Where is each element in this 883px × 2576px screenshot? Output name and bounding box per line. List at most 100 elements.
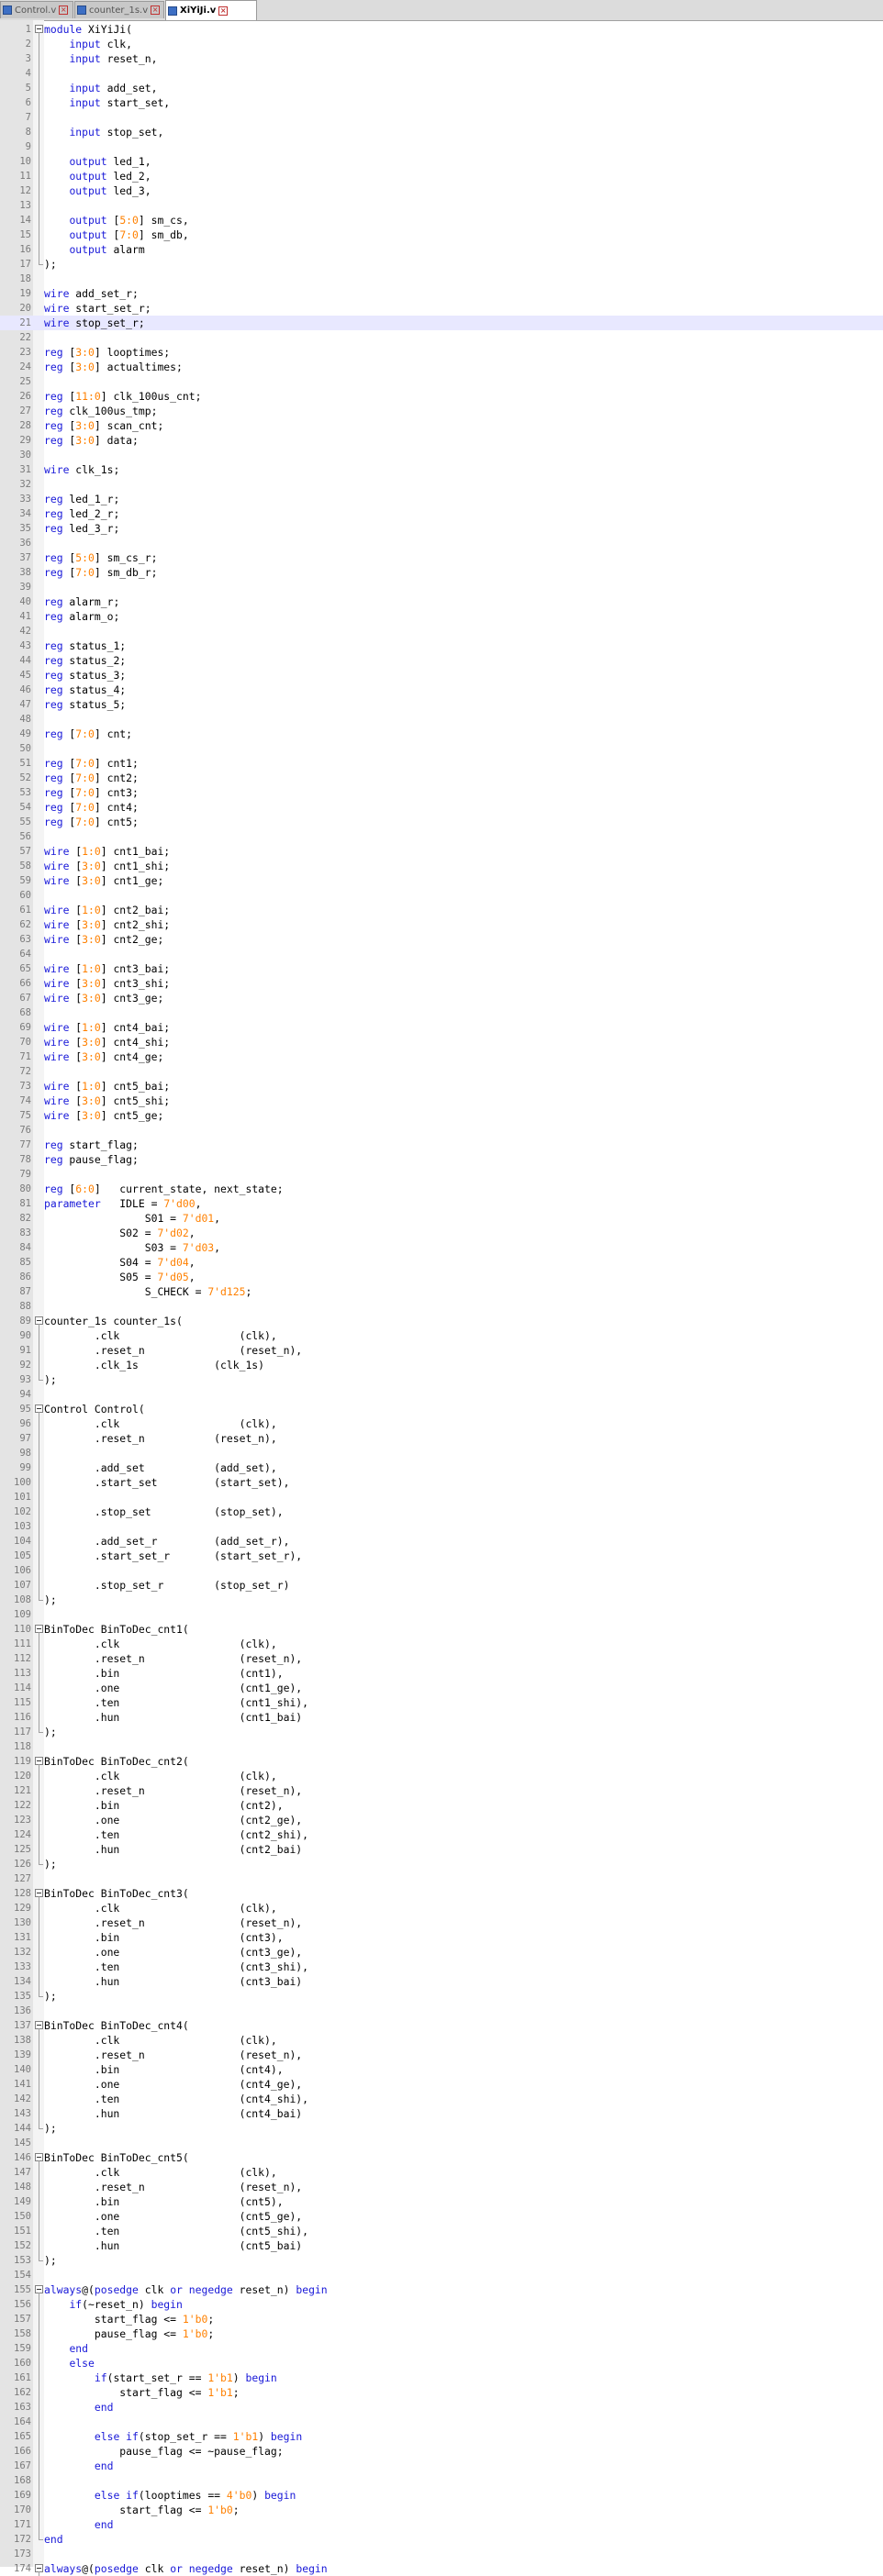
- code-line[interactable]: 86 S05 = 7'd05,: [0, 1270, 883, 1284]
- code-line[interactable]: 160 else: [0, 2356, 883, 2371]
- code-line[interactable]: 18: [0, 272, 883, 286]
- code-line[interactable]: 170 start_flag <= 1'b0;: [0, 2503, 883, 2517]
- code-line[interactable]: 137 BinToDec BinToDec_cnt4(: [0, 2018, 883, 2033]
- code-line[interactable]: 166 pause_flag <= ~pause_flag;: [0, 2444, 883, 2459]
- code-line[interactable]: 88: [0, 1299, 883, 1314]
- code-line[interactable]: 23 reg [3:0] looptimes;: [0, 345, 883, 360]
- code-line[interactable]: 19 wire add_set_r;: [0, 286, 883, 301]
- code-line[interactable]: 148 .reset_n (reset_n),: [0, 2180, 883, 2194]
- code-line[interactable]: 93);: [0, 1372, 883, 1387]
- code-line[interactable]: 107 .stop_set_r (stop_set_r): [0, 1578, 883, 1593]
- code-line[interactable]: 27 reg clk_100us_tmp;: [0, 404, 883, 418]
- code-line[interactable]: 145: [0, 2136, 883, 2150]
- code-line[interactable]: 146 BinToDec BinToDec_cnt5(: [0, 2150, 883, 2165]
- code-line[interactable]: 77 reg start_flag;: [0, 1138, 883, 1152]
- code-line[interactable]: 128 BinToDec BinToDec_cnt3(: [0, 1886, 883, 1901]
- code-line[interactable]: 61 wire [1:0] cnt2_bai;: [0, 903, 883, 917]
- code-line[interactable]: 60: [0, 888, 883, 903]
- code-line[interactable]: 75 wire [3:0] cnt5_ge;: [0, 1108, 883, 1123]
- code-line[interactable]: 103: [0, 1519, 883, 1534]
- code-line[interactable]: 113 .bin (cnt1),: [0, 1666, 883, 1681]
- code-line[interactable]: 95 Control Control(: [0, 1402, 883, 1416]
- code-line[interactable]: 76: [0, 1123, 883, 1138]
- code-line[interactable]: 138 .clk (clk),: [0, 2033, 883, 2048]
- code-line[interactable]: 33 reg led_1_r;: [0, 492, 883, 506]
- code-line[interactable]: 66 wire [3:0] cnt3_shi;: [0, 976, 883, 991]
- code-line[interactable]: 28 reg [3:0] scan_cnt;: [0, 418, 883, 433]
- code-editor[interactable]: 1 module XiYiJi(2 input clk, 3 input reset…: [0, 20, 883, 2576]
- fold-toggle-icon[interactable]: [34, 1402, 43, 1416]
- code-line[interactable]: 46 reg status_4;: [0, 683, 883, 697]
- fold-toggle-icon[interactable]: [34, 1622, 43, 1637]
- code-line[interactable]: 63 wire [3:0] cnt2_ge;: [0, 932, 883, 947]
- code-line[interactable]: 9: [0, 139, 883, 154]
- code-line[interactable]: 111 .clk (clk),: [0, 1637, 883, 1651]
- code-line[interactable]: 129 .clk (clk),: [0, 1901, 883, 1915]
- code-line[interactable]: 94: [0, 1387, 883, 1402]
- fold-toggle-icon[interactable]: [34, 2018, 43, 2033]
- code-line[interactable]: 13: [0, 198, 883, 213]
- code-line[interactable]: 71 wire [3:0] cnt4_ge;: [0, 1049, 883, 1064]
- code-line[interactable]: 136: [0, 2004, 883, 2018]
- code-line[interactable]: 131 .bin (cnt3),: [0, 1930, 883, 1945]
- code-line[interactable]: 29 reg [3:0] data;: [0, 433, 883, 448]
- code-line[interactable]: 1 module XiYiJi(: [0, 22, 883, 37]
- tab-xiyiji[interactable]: XiYiJi.v ×: [165, 0, 257, 20]
- code-line[interactable]: 45 reg status_3;: [0, 668, 883, 683]
- close-icon[interactable]: ×: [218, 6, 229, 16]
- code-line[interactable]: 126);: [0, 1857, 883, 1871]
- code-line[interactable]: 4: [0, 66, 883, 81]
- code-line[interactable]: 121 .reset_n (reset_n),: [0, 1783, 883, 1798]
- code-line[interactable]: 169 else if(looptimes == 4'b0) begin: [0, 2488, 883, 2503]
- code-line[interactable]: 43 reg status_1;: [0, 638, 883, 653]
- code-line[interactable]: 69 wire [1:0] cnt4_bai;: [0, 1020, 883, 1035]
- code-line[interactable]: 112 .reset_n (reset_n),: [0, 1651, 883, 1666]
- code-line[interactable]: 51 reg [7:0] cnt1;: [0, 756, 883, 771]
- code-line[interactable]: 154: [0, 2268, 883, 2282]
- code-line[interactable]: 161 if(start_set_r == 1'b1) begin: [0, 2371, 883, 2385]
- code-line[interactable]: 50: [0, 741, 883, 756]
- code-line[interactable]: 141 .one (cnt4_ge),: [0, 2077, 883, 2092]
- code-line[interactable]: 48: [0, 712, 883, 727]
- code-line[interactable]: 105 .start_set_r (start_set_r),: [0, 1549, 883, 1563]
- close-icon[interactable]: ×: [59, 6, 69, 15]
- code-line[interactable]: 97 .reset_n (reset_n),: [0, 1431, 883, 1446]
- code-line[interactable]: 149 .bin (cnt5),: [0, 2194, 883, 2209]
- code-line[interactable]: 114 .one (cnt1_ge),: [0, 1681, 883, 1695]
- code-line[interactable]: 120 .clk (clk),: [0, 1769, 883, 1783]
- code-line[interactable]: 123 .one (cnt2_ge),: [0, 1813, 883, 1827]
- tab-control[interactable]: Control.v ×: [0, 1, 73, 18]
- code-line[interactable]: 62 wire [3:0] cnt2_shi;: [0, 917, 883, 932]
- code-line[interactable]: 15 output [7:0] sm_db,: [0, 228, 883, 242]
- code-line[interactable]: 118: [0, 1739, 883, 1754]
- code-line[interactable]: 158 pause_flag <= 1'b0;: [0, 2326, 883, 2341]
- code-line[interactable]: 96 .clk (clk),: [0, 1416, 883, 1431]
- code-line[interactable]: 26 reg [11:0] clk_100us_cnt;: [0, 389, 883, 404]
- code-line[interactable]: 155 always@(posedge clk or negedge reset_…: [0, 2282, 883, 2297]
- code-line[interactable]: 65 wire [1:0] cnt3_bai;: [0, 961, 883, 976]
- code-line[interactable]: 53 reg [7:0] cnt3;: [0, 785, 883, 800]
- code-line[interactable]: 6 input start_set,: [0, 95, 883, 110]
- code-line[interactable]: 79: [0, 1167, 883, 1182]
- code-line[interactable]: 89 counter_1s counter_1s(: [0, 1314, 883, 1328]
- code-line[interactable]: 38 reg [7:0] sm_db_r;: [0, 565, 883, 580]
- code-line[interactable]: 41 reg alarm_o;: [0, 609, 883, 624]
- code-line[interactable]: 147 .clk (clk),: [0, 2165, 883, 2180]
- code-line[interactable]: 36: [0, 536, 883, 550]
- code-line[interactable]: 35 reg led_3_r;: [0, 521, 883, 536]
- code-line[interactable]: 144);: [0, 2121, 883, 2136]
- code-line[interactable]: 133 .ten (cnt3_shi),: [0, 1960, 883, 1974]
- code-line[interactable]: 30: [0, 448, 883, 462]
- code-line[interactable]: 56: [0, 829, 883, 844]
- code-line[interactable]: 125 .hun (cnt2_bai): [0, 1842, 883, 1857]
- code-line[interactable]: 172 end: [0, 2532, 883, 2547]
- code-line[interactable]: 17);: [0, 257, 883, 272]
- code-line[interactable]: 32: [0, 477, 883, 492]
- code-line[interactable]: 157 start_flag <= 1'b0;: [0, 2312, 883, 2326]
- code-line[interactable]: 90 .clk (clk),: [0, 1328, 883, 1343]
- code-line[interactable]: 67 wire [3:0] cnt3_ge;: [0, 991, 883, 1005]
- fold-toggle-icon[interactable]: [34, 22, 43, 37]
- code-line[interactable]: 100 .start_set (start_set),: [0, 1475, 883, 1490]
- code-line[interactable]: 70 wire [3:0] cnt4_shi;: [0, 1035, 883, 1049]
- code-line[interactable]: 164: [0, 2415, 883, 2429]
